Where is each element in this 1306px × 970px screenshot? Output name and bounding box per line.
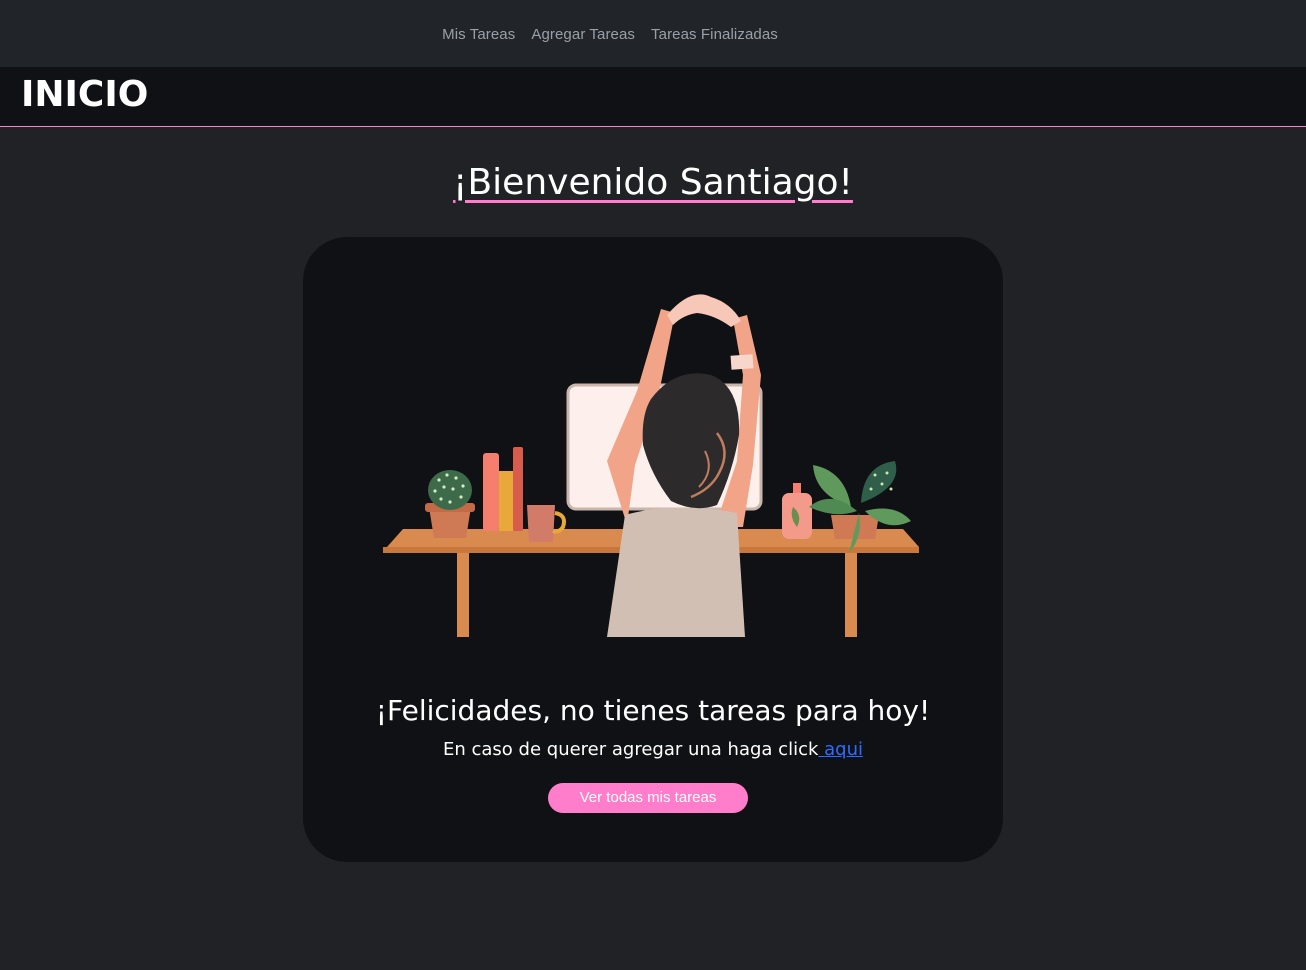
add-task-link[interactable]: aqui — [818, 739, 863, 760]
empty-tasks-card: ¡Felicidades, no tienes tareas para hoy!… — [303, 237, 1003, 862]
woman-wrist-shape — [730, 354, 754, 370]
view-all-tasks-button[interactable]: Ver todas mis tareas — [548, 783, 748, 813]
nav-list: Mis Tareas Agregar Tareas Tareas Finaliz… — [442, 24, 778, 43]
desk-leg-left — [457, 553, 469, 637]
add-task-hint-text: En caso de querer agregar una haga click — [443, 739, 819, 760]
woman-hands-shape — [667, 294, 741, 327]
woman-stretching-at-desk-illustration — [383, 294, 919, 637]
welcome-text: ¡Bienvenido Santiago! — [453, 162, 853, 203]
add-task-hint: En caso de querer agregar una haga click… — [303, 737, 1003, 763]
woman-shirt-shape — [607, 507, 745, 637]
nav-link-agregar-tareas[interactable]: Agregar Tareas — [531, 26, 635, 43]
welcome-heading: ¡Bienvenido Santiago! — [0, 160, 1306, 206]
mug-shape — [527, 505, 555, 542]
book-pink — [483, 453, 499, 531]
desk-leg-right — [845, 553, 857, 637]
mug-handle-shape — [552, 511, 566, 534]
nav-item: Mis Tareas — [442, 24, 515, 43]
page-header: INICIO — [0, 67, 1306, 127]
book-yellow — [499, 471, 513, 531]
nav-link-mis-tareas[interactable]: Mis Tareas — [442, 26, 515, 43]
page-title: INICIO — [21, 74, 149, 115]
nav-item: Agregar Tareas — [531, 24, 635, 43]
book-red — [513, 447, 523, 531]
top-navbar: Mis Tareas Agregar Tareas Tareas Finaliz… — [0, 0, 1306, 67]
nav-item: Tareas Finalizadas — [651, 24, 778, 43]
nav-link-tareas-finalizadas[interactable]: Tareas Finalizadas — [651, 26, 778, 43]
add-task-link-text: aqui — [824, 739, 863, 760]
no-tasks-message: ¡Felicidades, no tienes tareas para hoy! — [375, 694, 931, 727]
